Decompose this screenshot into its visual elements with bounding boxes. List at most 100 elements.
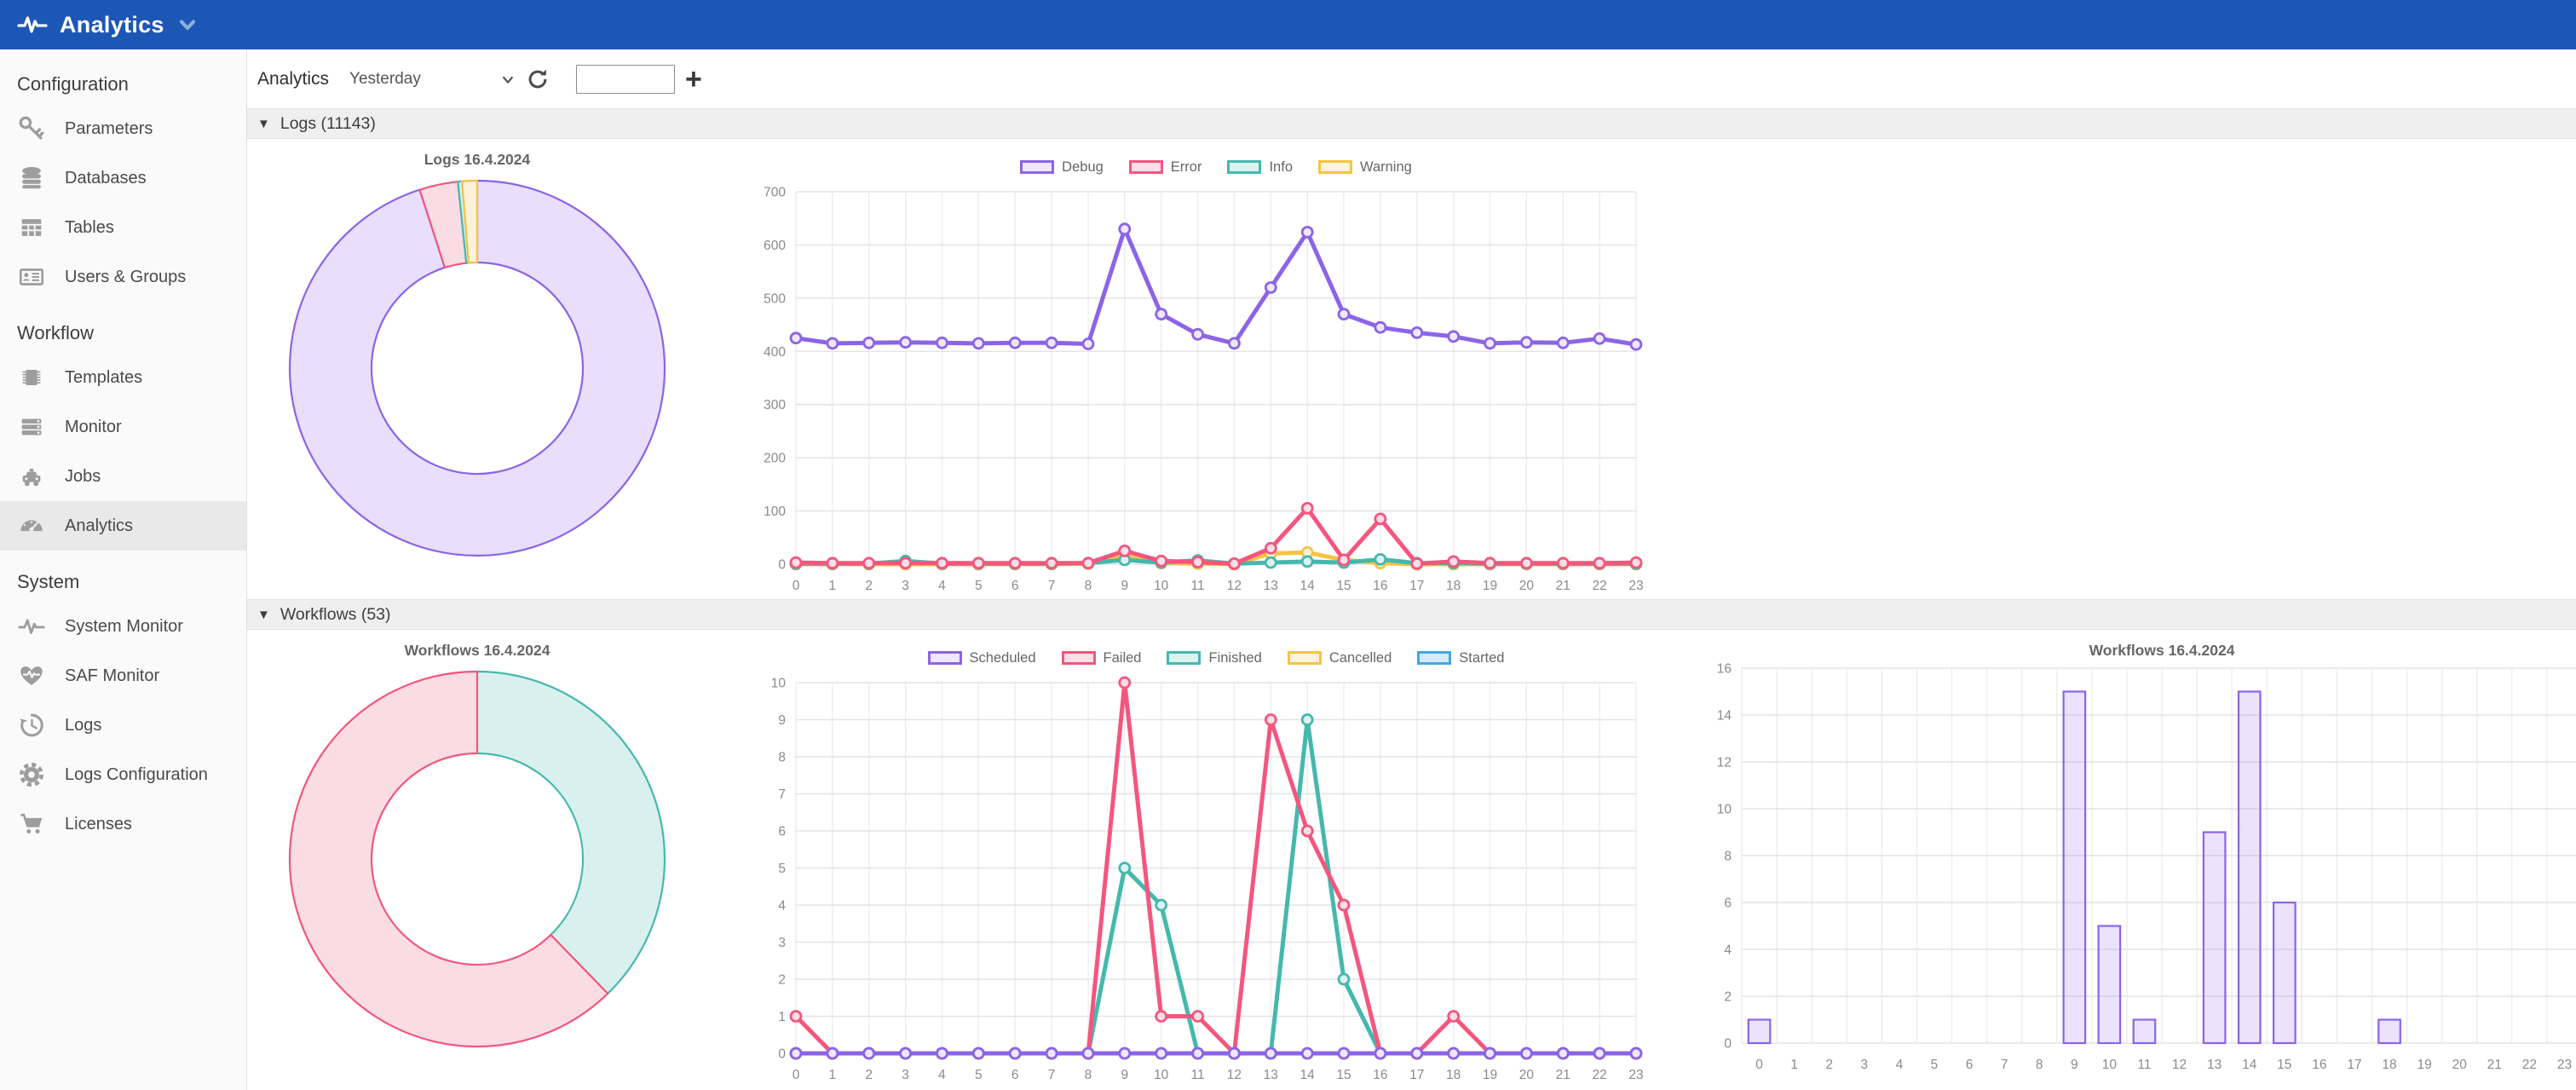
svg-text:3: 3 — [902, 579, 909, 593]
sidebar-item-system-monitor[interactable]: System Monitor — [0, 602, 246, 651]
svg-text:2: 2 — [865, 1068, 873, 1082]
svg-text:600: 600 — [764, 239, 786, 253]
legend-label: Started — [1459, 650, 1504, 666]
svg-text:8: 8 — [1085, 1068, 1092, 1082]
svg-text:1: 1 — [829, 579, 837, 593]
sidebar-item-users-groups[interactable]: Users & Groups — [0, 252, 246, 302]
svg-text:18: 18 — [1446, 1068, 1461, 1082]
svg-text:7: 7 — [1048, 1068, 1056, 1082]
sidebar-item-monitor[interactable]: Monitor — [0, 402, 246, 452]
svg-text:16: 16 — [2312, 1058, 2326, 1072]
sidebar-item-saf-monitor[interactable]: SAF Monitor — [0, 651, 246, 701]
chip-icon — [17, 363, 46, 392]
svg-text:5: 5 — [1931, 1058, 1939, 1072]
legend-label: Error — [1171, 159, 1202, 176]
svg-text:10: 10 — [1154, 1068, 1169, 1082]
sidebar-item-label: Jobs — [65, 467, 101, 487]
svg-text:23: 23 — [2557, 1058, 2572, 1072]
legend-swatch — [1129, 160, 1163, 174]
svg-text:500: 500 — [764, 292, 786, 307]
legend-item-failed[interactable]: Failed — [1062, 650, 1142, 666]
svg-text:11: 11 — [2137, 1058, 2151, 1072]
sidebar-item-label: System Monitor — [65, 617, 183, 637]
sidebar-item-logs[interactable]: Logs — [0, 701, 246, 750]
legend-swatch — [1288, 651, 1322, 665]
date-range-select[interactable]: Yesterday — [348, 66, 518, 92]
legend-item-error[interactable]: Error — [1129, 159, 1202, 176]
svg-text:18: 18 — [1446, 579, 1461, 593]
heart-pulse-icon — [17, 661, 46, 690]
svg-text:9: 9 — [1121, 1068, 1129, 1082]
sidebar-item-label: Templates — [65, 368, 142, 388]
svg-text:17: 17 — [2347, 1058, 2361, 1072]
svg-text:0: 0 — [792, 1068, 800, 1082]
svg-text:5: 5 — [778, 862, 786, 876]
sidebar-item-databases[interactable]: Databases — [0, 153, 246, 203]
legend-label: Debug — [1062, 159, 1104, 176]
legend-item-started[interactable]: Started — [1417, 650, 1504, 666]
svg-text:2: 2 — [778, 973, 786, 988]
svg-text:10: 10 — [1154, 579, 1169, 593]
svg-text:4: 4 — [938, 1068, 946, 1082]
svg-text:3: 3 — [778, 936, 786, 950]
sidebar-item-jobs[interactable]: Jobs — [0, 452, 246, 501]
svg-text:15: 15 — [2277, 1058, 2291, 1072]
svg-text:10: 10 — [1717, 803, 1732, 817]
svg-text:10: 10 — [771, 677, 787, 691]
svg-text:8: 8 — [778, 751, 786, 765]
legend-item-debug[interactable]: Debug — [1020, 159, 1104, 176]
svg-text:200: 200 — [764, 452, 786, 466]
svg-text:16: 16 — [1373, 579, 1387, 593]
logs-line-chart[interactable]: 0123456789101112131415161718192021222301… — [746, 183, 1650, 599]
chevron-down-icon[interactable] — [176, 14, 199, 36]
svg-text:21: 21 — [1556, 1068, 1570, 1082]
logs-line-block: DebugErrorInfoWarning 012345678910111213… — [746, 151, 1650, 599]
svg-text:2: 2 — [1724, 990, 1732, 1005]
section-header-workflows[interactable]: ▼ Workflows (53) — [247, 599, 2576, 630]
sidebar-item-label: Monitor — [65, 418, 122, 437]
svg-text:20: 20 — [1519, 1068, 1535, 1082]
refresh-button[interactable] — [525, 66, 550, 92]
workflows-line-chart[interactable]: 0123456789101112131415161718192021222301… — [746, 674, 1650, 1090]
svg-text:12: 12 — [1227, 1068, 1242, 1082]
sidebar-item-templates[interactable]: Templates — [0, 353, 246, 402]
svg-text:6: 6 — [1011, 579, 1019, 593]
sidebar-item-label: Tables — [65, 218, 114, 238]
legend-item-cancelled[interactable]: Cancelled — [1288, 650, 1392, 666]
svg-text:13: 13 — [2207, 1058, 2222, 1072]
workflows-line-block: ScheduledFailedFinishedCancelledStarted … — [746, 642, 1650, 1090]
svg-text:7: 7 — [2001, 1058, 2008, 1072]
svg-text:19: 19 — [1483, 579, 1497, 593]
sidebar-item-label: Analytics — [65, 516, 133, 536]
svg-text:8: 8 — [2036, 1058, 2043, 1072]
workflows-bar-block: Workflows 16.4.2024 02468101214160123456… — [1692, 642, 2576, 1077]
sidebar-item-label: Parameters — [65, 119, 153, 139]
sidebar-item-parameters[interactable]: Parameters — [0, 104, 246, 153]
legend-item-finished[interactable]: Finished — [1167, 650, 1261, 666]
new-analytics-input[interactable] — [576, 65, 675, 94]
svg-text:22: 22 — [1593, 1068, 1607, 1082]
sidebar-item-tables[interactable]: Tables — [0, 203, 246, 252]
pulse-icon — [17, 612, 46, 641]
sidebar-item-licenses[interactable]: Licenses — [0, 799, 246, 849]
svg-text:12: 12 — [1227, 579, 1242, 593]
workflows-bar-chart[interactable]: 0246810121416012345678910111213141516171… — [1692, 661, 2576, 1077]
add-button[interactable]: + — [685, 65, 702, 94]
legend-item-warning[interactable]: Warning — [1318, 159, 1412, 176]
section-header-logs[interactable]: ▼ Logs (11143) — [247, 108, 2576, 139]
legend-label: Scheduled — [970, 650, 1036, 666]
legend-item-info[interactable]: Info — [1227, 159, 1293, 176]
sidebar-item-analytics[interactable]: Analytics — [0, 501, 246, 551]
legend-item-scheduled[interactable]: Scheduled — [928, 650, 1036, 666]
logs-donut-chart[interactable] — [281, 170, 673, 561]
sidebar-item-logs-configuration[interactable]: Logs Configuration — [0, 750, 246, 799]
svg-text:6: 6 — [1724, 897, 1732, 911]
sidebar-item-label: Databases — [65, 169, 147, 188]
svg-text:3: 3 — [1860, 1058, 1868, 1072]
svg-text:18: 18 — [2382, 1058, 2396, 1072]
database-icon — [17, 164, 46, 193]
svg-text:10: 10 — [2102, 1058, 2118, 1072]
legend-swatch — [1417, 651, 1451, 665]
workflows-donut-chart[interactable] — [281, 661, 673, 1052]
legend-swatch — [1167, 651, 1201, 665]
